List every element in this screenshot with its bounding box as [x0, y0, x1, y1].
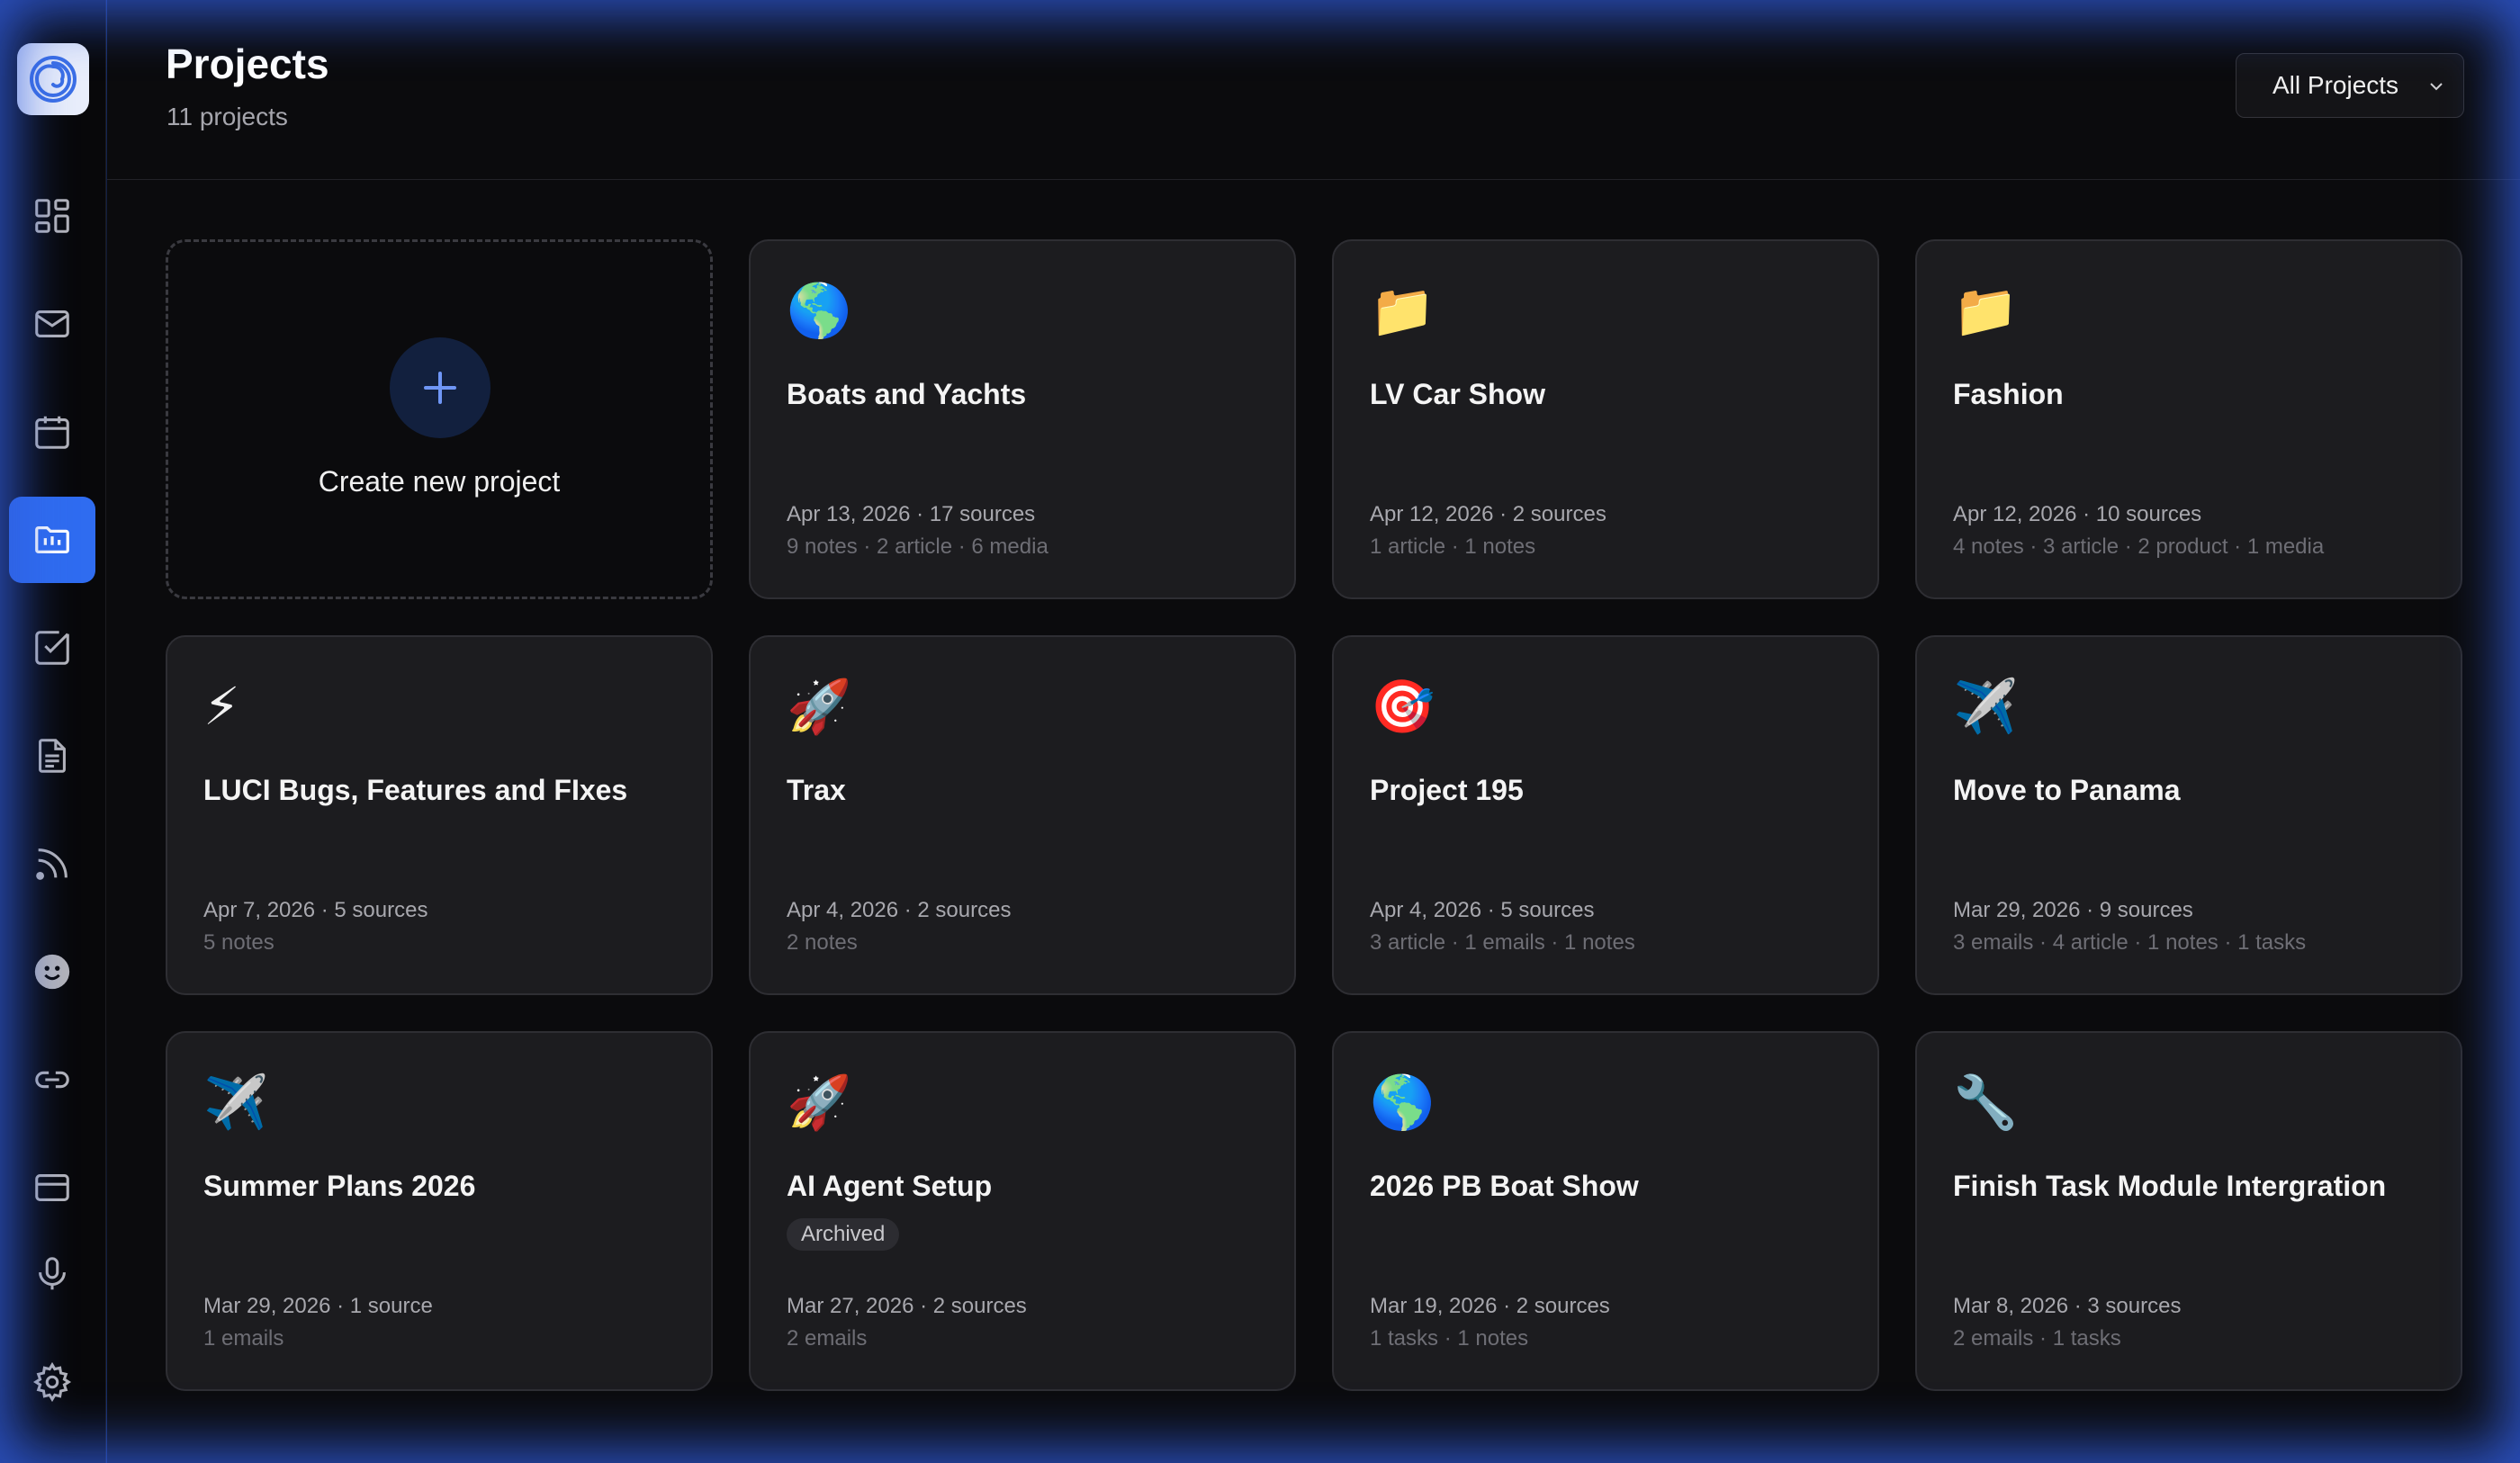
spiral-logo-icon: [30, 56, 76, 103]
project-meta: Apr 13, 2026 · 17 sources: [787, 502, 1036, 526]
project-meta: Apr 4, 2026 · 5 sources: [1370, 898, 1595, 922]
sidebar-item-voice[interactable]: [9, 1231, 95, 1317]
document-icon: [39, 739, 66, 773]
sidebar-item-documents[interactable]: [9, 713, 95, 799]
sidebar-item-projects[interactable]: [9, 497, 95, 583]
page-header: Projects 11 projects All Projects: [107, 0, 2520, 180]
sidebar-item-settings[interactable]: [9, 1339, 95, 1425]
airplane-icon: ✈️: [1953, 678, 2019, 736]
face-icon: [34, 954, 70, 990]
project-source-breakdown: 3 article · 1 emails · 1 notes: [1370, 930, 1635, 955]
project-meta: Mar 19, 2026 · 2 sources: [1370, 1294, 1610, 1318]
create-project-label: Create new project: [318, 465, 561, 498]
credit-card-icon: [35, 1174, 69, 1201]
sidebar-item-dashboard[interactable]: [9, 173, 95, 259]
sidebar-item-calendar[interactable]: [9, 389, 95, 475]
project-source-breakdown: 1 tasks · 1 notes: [1370, 1326, 1529, 1351]
rocket-icon: 🚀: [787, 678, 852, 736]
project-card[interactable]: 🎯 Project 195 Apr 4, 2026 · 5 sources 3 …: [1332, 635, 1879, 995]
rss-icon: [36, 848, 68, 880]
create-project-card[interactable]: Create new project: [166, 239, 713, 599]
filter-label: All Projects: [2272, 71, 2399, 99]
project-source-breakdown: 2 emails · 1 tasks: [1953, 1326, 2121, 1351]
sidebar-item-tasks[interactable]: [9, 605, 95, 691]
plus-icon: [424, 372, 456, 404]
project-source-breakdown: 1 emails: [203, 1326, 284, 1351]
sidebar-item-mail[interactable]: [9, 281, 95, 367]
microphone-icon: [39, 1257, 66, 1290]
airplane-icon: ✈️: [203, 1073, 269, 1132]
sidebar-item-feeds[interactable]: [9, 821, 95, 907]
project-count: 11 projects: [166, 103, 288, 130]
project-meta: Mar 29, 2026 · 1 source: [203, 1294, 433, 1318]
project-source-breakdown: 3 emails · 4 article · 1 notes · 1 tasks: [1953, 930, 2307, 955]
project-card[interactable]: ✈️ Move to Panama Mar 29, 2026 · 9 sourc…: [1915, 635, 2462, 995]
page-title: Projects: [166, 40, 329, 87]
lightning-icon: ⚡: [203, 678, 240, 736]
project-title: 2026 PB Boat Show: [1370, 1170, 1639, 1202]
project-title: LUCI Bugs, Features and FIxes: [203, 774, 628, 806]
project-grid: Create new project 🌎 Boats and Yachts Ap…: [166, 239, 2462, 1391]
project-title: Fashion: [1953, 378, 2064, 410]
project-card[interactable]: 🌎 Boats and Yachts Apr 13, 2026 · 17 sou…: [749, 239, 1296, 599]
project-title: Move to Panama: [1953, 774, 2181, 806]
gear-icon: [32, 1361, 72, 1403]
project-card[interactable]: 🚀 AI Agent Setup Archived Mar 27, 2026 ·…: [749, 1031, 1296, 1391]
project-source-breakdown: 4 notes · 3 article · 2 product · 1 medi…: [1953, 534, 2325, 559]
app-logo[interactable]: [17, 43, 89, 115]
project-title: LV Car Show: [1370, 378, 1545, 410]
project-title: Project 195: [1370, 774, 1524, 806]
globe-icon: 🌎: [1370, 1073, 1436, 1132]
project-card[interactable]: 📁 LV Car Show Apr 12, 2026 · 2 sources 1…: [1332, 239, 1879, 599]
sidebar-item-links[interactable]: [9, 1037, 95, 1123]
project-meta: Mar 29, 2026 · 9 sources: [1953, 898, 2193, 922]
sidebar-item-billing[interactable]: [9, 1144, 95, 1231]
project-folder-icon: [35, 525, 69, 554]
project-meta: Apr 7, 2026 · 5 sources: [203, 898, 428, 922]
project-source-breakdown: 2 emails: [787, 1326, 868, 1351]
project-title: Finish Task Module Intergration: [1953, 1170, 2387, 1202]
mail-icon: [35, 310, 69, 337]
project-filter-select[interactable]: All Projects: [2236, 53, 2464, 118]
project-title: AI Agent Setup: [787, 1170, 993, 1202]
chevron-down-icon: [2430, 83, 2443, 91]
project-card[interactable]: ⚡ LUCI Bugs, Features and FIxes Apr 7, 2…: [166, 635, 713, 995]
archived-badge: Archived: [787, 1218, 900, 1251]
create-project-button[interactable]: [390, 337, 490, 438]
sidebar: [0, 0, 106, 1463]
link-icon: [35, 1071, 69, 1089]
folder-icon: 📁: [1370, 282, 1436, 340]
project-card[interactable]: 📁 Fashion Apr 12, 2026 · 10 sources 4 no…: [1915, 239, 2462, 599]
project-source-breakdown: 2 notes: [787, 930, 858, 955]
project-meta: Mar 27, 2026 · 2 sources: [787, 1294, 1027, 1318]
sidebar-item-agent[interactable]: [9, 929, 95, 1015]
project-meta: Apr 12, 2026 · 2 sources: [1370, 502, 1606, 526]
app-window: Projects 11 projects All Projects Create…: [0, 0, 2520, 1463]
dashboard-grid-icon: [35, 199, 69, 233]
project-source-breakdown: 1 article · 1 notes: [1370, 534, 1536, 559]
project-title: Boats and Yachts: [787, 378, 1027, 410]
folder-icon: 📁: [1953, 282, 2019, 340]
project-card[interactable]: ✈️ Summer Plans 2026 Mar 29, 2026 · 1 so…: [166, 1031, 713, 1391]
project-title: Summer Plans 2026: [203, 1170, 476, 1202]
target-icon: 🎯: [1370, 678, 1436, 736]
rocket-icon: 🚀: [787, 1073, 852, 1132]
globe-icon: 🌎: [787, 282, 852, 340]
project-card[interactable]: 🚀 Trax Apr 4, 2026 · 2 sources 2 notes: [749, 635, 1296, 995]
project-source-breakdown: 5 notes: [203, 930, 274, 955]
project-meta: Mar 8, 2026 · 3 sources: [1953, 1294, 2182, 1318]
checkbox-icon: [35, 631, 69, 665]
project-meta: Apr 12, 2026 · 10 sources: [1953, 502, 2202, 526]
project-card[interactable]: 🔧 Finish Task Module Intergration Mar 8,…: [1915, 1031, 2462, 1391]
wrench-icon: 🔧: [1953, 1073, 2019, 1132]
project-title: Trax: [787, 774, 846, 806]
calendar-icon: [35, 416, 69, 449]
project-card[interactable]: 🌎 2026 PB Boat Show Mar 19, 2026 · 2 sou…: [1332, 1031, 1879, 1391]
project-source-breakdown: 9 notes · 2 article · 6 media: [787, 534, 1048, 559]
project-meta: Apr 4, 2026 · 2 sources: [787, 898, 1012, 922]
main-content: Projects 11 projects All Projects Create…: [107, 0, 2520, 1463]
